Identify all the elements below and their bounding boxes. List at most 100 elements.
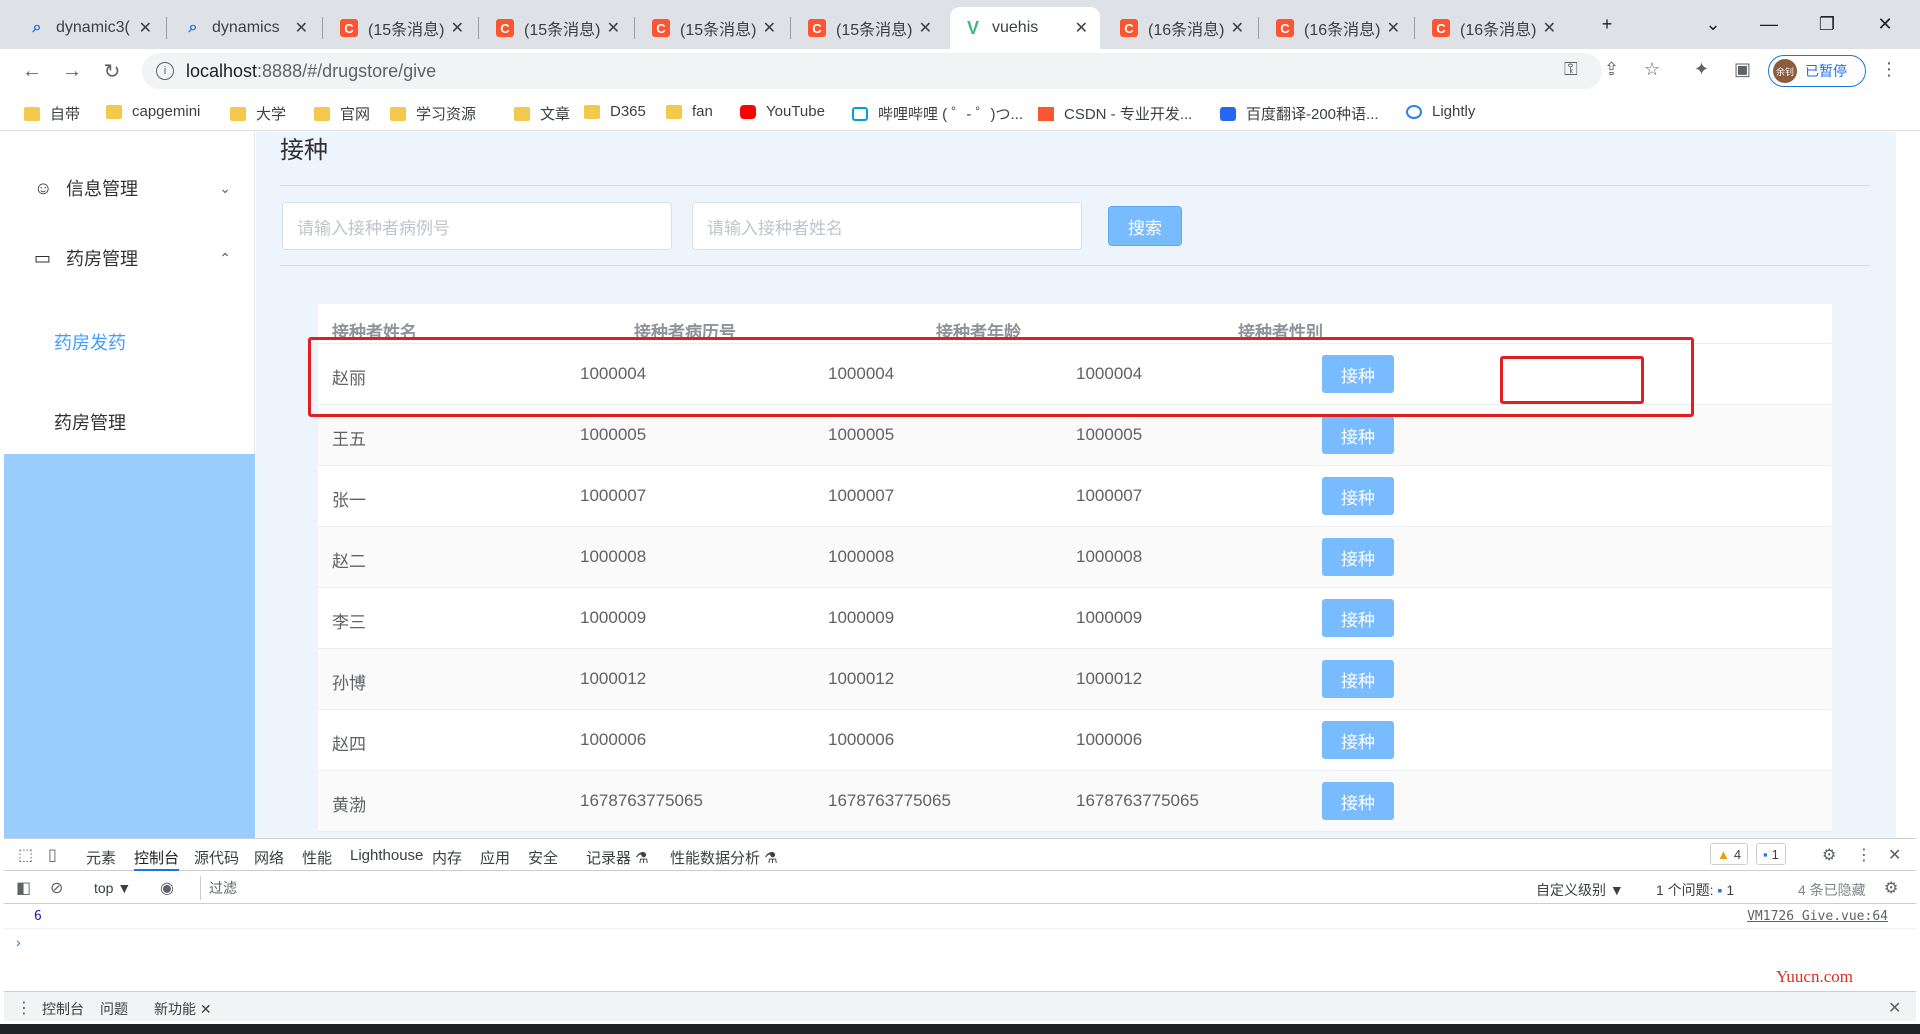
clear-console-icon[interactable]: ⊘	[50, 878, 63, 898]
warning-badge[interactable]: ▲ 4	[1710, 843, 1749, 865]
console-source-link[interactable]: VM1726 Give.vue:64	[1747, 909, 1888, 924]
search-button[interactable]: 搜索	[1108, 206, 1182, 246]
menu-pharmacy-management[interactable]: ▭ 药房管理 ⌃	[4, 230, 255, 286]
browser-tab[interactable]: ⌕ dynamic3(✕	[14, 7, 164, 49]
devtools-tab[interactable]: 性能数据分析 ⚗	[670, 847, 778, 868]
browser-tab[interactable]: C (15条消息) ✕	[794, 7, 944, 49]
site-info-icon[interactable]: i	[156, 62, 174, 80]
close-window-button[interactable]: ✕	[1862, 8, 1908, 40]
close-devtools-icon[interactable]: ✕	[1888, 845, 1901, 865]
table-cell: 黄渤	[332, 796, 366, 815]
bookmark-item[interactable]: CSDN - 专业开发...	[1038, 103, 1192, 124]
bookmark-item[interactable]: fan	[666, 103, 713, 120]
close-tab-icon[interactable]: ✕	[1075, 18, 1088, 38]
close-tab-icon[interactable]: ✕	[607, 18, 620, 38]
bookmark-item[interactable]: 大学	[230, 103, 286, 124]
vaccinate-button[interactable]: 接种	[1322, 599, 1394, 637]
drawer-tab-whats-new[interactable]: 新功能 ✕	[154, 999, 212, 1019]
vaccinate-button[interactable]: 接种	[1322, 721, 1394, 759]
close-tab-icon[interactable]: ✕	[1387, 18, 1400, 38]
bookmark-item[interactable]: 学习资源	[390, 103, 476, 124]
devtools-menu-icon[interactable]: ⋮	[1856, 845, 1872, 865]
tab-search-button[interactable]: ⌄	[1690, 8, 1736, 40]
devtools-tab[interactable]: 元素	[86, 847, 116, 868]
close-tab-icon[interactable]: ✕	[763, 18, 776, 38]
device-toggle-icon[interactable]: ▯	[48, 845, 57, 865]
name-input[interactable]: 请输入接种者姓名	[692, 202, 1082, 250]
menu-kebab-icon[interactable]: ⋮	[1880, 59, 1898, 80]
browser-tab[interactable]: Vvuehis ✕	[950, 7, 1100, 49]
devtools-tab[interactable]: 网络	[254, 847, 284, 868]
vaccinate-button[interactable]: 接种	[1322, 660, 1394, 698]
drawer-tab-console[interactable]: 控制台	[42, 999, 84, 1019]
restore-button[interactable]: ❐	[1804, 8, 1850, 40]
eye-icon[interactable]: ◉	[160, 878, 174, 898]
vaccinate-button[interactable]: 接种	[1322, 538, 1394, 576]
bookmark-item[interactable]: D365	[584, 103, 646, 120]
bookmark-item[interactable]: capgemini	[106, 103, 200, 120]
devtools-tab[interactable]: Lighthouse	[350, 847, 423, 864]
menu-info-management[interactable]: ☺ 信息管理 ⌄	[4, 160, 255, 216]
case-number-input[interactable]: 请输入接种者病例号	[282, 202, 672, 250]
browser-tab[interactable]: C (16条消息) ✕	[1262, 7, 1412, 49]
bookmark-item[interactable]: 自带	[24, 103, 80, 124]
minimize-button[interactable]: —	[1746, 8, 1792, 40]
close-tab-icon[interactable]: ✕	[139, 18, 152, 38]
profile-button[interactable]: 余钊 已暂停	[1768, 55, 1866, 87]
vaccinate-button[interactable]: 接种	[1322, 782, 1394, 820]
vaccinate-button[interactable]: 接种	[1322, 477, 1394, 515]
devtools-tab[interactable]: 内存	[432, 847, 462, 868]
devtools-tab[interactable]: 源代码	[194, 847, 239, 868]
message-badge[interactable]: ▪ 1	[1756, 843, 1786, 865]
drawer-tab-issues[interactable]: 问题	[100, 999, 128, 1019]
devtools-tab[interactable]: 性能	[302, 847, 332, 868]
bookmark-item[interactable]: YouTube	[740, 103, 825, 120]
log-level-select[interactable]: 自定义级别 ▼	[1536, 880, 1624, 900]
close-tab-icon[interactable]: ✕	[200, 1001, 212, 1017]
key-icon[interactable]: ⚿	[1564, 59, 1578, 80]
browser-tab[interactable]: C (15条消息) ✕	[638, 7, 788, 49]
bookmark-item[interactable]: 哔哩哔哩 ( ゜- ゜)つ...	[852, 103, 1023, 124]
devtools-tab[interactable]: 应用	[480, 847, 510, 868]
page-title: 接种	[280, 137, 328, 164]
sidebar-item-pharmacy[interactable]: 药房管理	[4, 394, 255, 450]
new-tab-button[interactable]: +	[1584, 8, 1630, 40]
sidebar-toggle-icon[interactable]: ◧	[16, 878, 31, 898]
back-button[interactable]: ←	[18, 57, 46, 85]
console-settings-icon[interactable]: ⚙	[1884, 878, 1898, 898]
bookmark-item[interactable]: 官网	[314, 103, 370, 124]
vaccinate-button[interactable]: 接种	[1322, 416, 1394, 454]
share-icon[interactable]: ⇪	[1604, 59, 1619, 80]
close-drawer-icon[interactable]: ✕	[1888, 998, 1901, 1018]
drawer-menu-icon[interactable]: ⋮	[16, 998, 32, 1018]
console-filter-input[interactable]: 过滤	[200, 876, 1524, 900]
bookmark-item[interactable]: 文章	[514, 103, 570, 124]
console-prompt[interactable]: ›	[16, 934, 21, 950]
browser-tab[interactable]: C (16条消息) ✕	[1106, 7, 1256, 49]
address-bar[interactable]: i localhost:8888/#/drugstore/give	[142, 53, 1602, 89]
browser-tab[interactable]: ⌕ dynamics ✕	[170, 7, 320, 49]
sidebar-item-dispense[interactable]: 药房发药	[4, 314, 255, 370]
devtools-tab[interactable]: 安全	[528, 847, 558, 868]
forward-button[interactable]: →	[58, 57, 86, 85]
close-tab-icon[interactable]: ✕	[295, 18, 308, 38]
bookmark-star-icon[interactable]: ☆	[1644, 59, 1660, 80]
settings-gear-icon[interactable]: ⚙	[1822, 845, 1836, 865]
devtools-tab[interactable]: 控制台	[134, 847, 180, 871]
devtools-tab[interactable]: 记录器 ⚗	[586, 847, 649, 868]
browser-tab[interactable]: C (15条消息) ✕	[326, 7, 476, 49]
context-select[interactable]: top ▼	[94, 880, 131, 896]
reload-button[interactable]: ↻	[98, 57, 126, 85]
browser-tab[interactable]: C (15条消息) ✕	[482, 7, 632, 49]
bookmark-item[interactable]: Lightly	[1406, 103, 1475, 120]
close-tab-icon[interactable]: ✕	[1231, 18, 1244, 38]
extensions-icon[interactable]: ✦	[1694, 59, 1709, 80]
inspect-icon[interactable]: ⬚	[18, 845, 33, 865]
close-tab-icon[interactable]: ✕	[451, 18, 464, 38]
issues-label[interactable]: 1 个问题: ▪ 1	[1656, 880, 1734, 900]
side-panel-icon[interactable]: ▣	[1734, 59, 1751, 80]
close-tab-icon[interactable]: ✕	[1543, 18, 1556, 38]
bookmark-item[interactable]: 百度翻译-200种语...	[1220, 103, 1379, 124]
close-tab-icon[interactable]: ✕	[919, 18, 932, 38]
browser-tab[interactable]: C (16条消息) ✕	[1418, 7, 1568, 49]
